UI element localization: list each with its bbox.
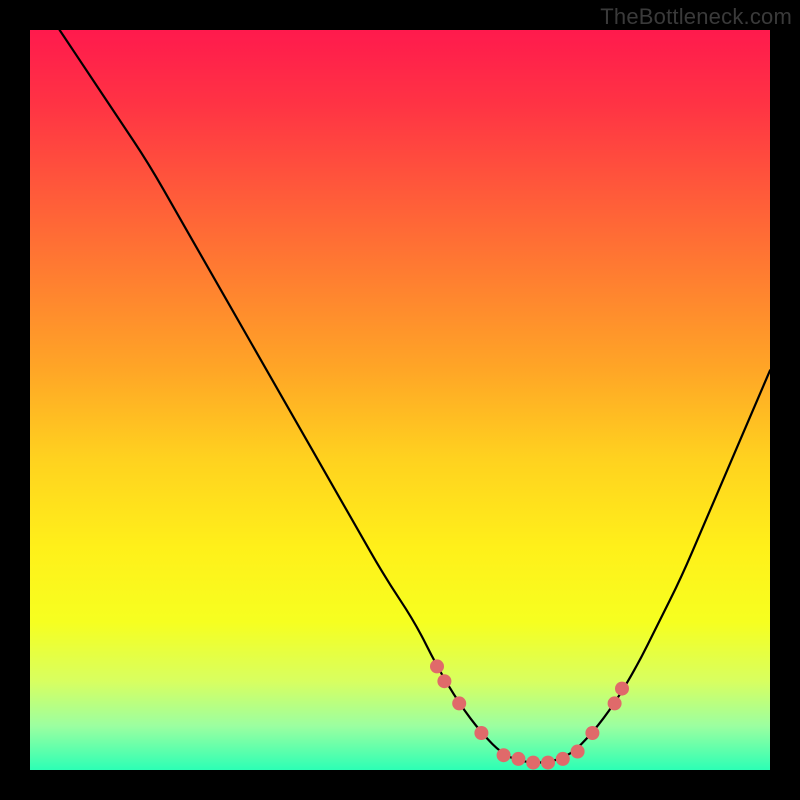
bottleneck-dot [585,726,599,740]
bottleneck-dot [437,674,451,688]
bottleneck-dot [608,696,622,710]
curve-layer [30,30,770,770]
bottleneck-curve [60,30,770,763]
plot-area [30,30,770,770]
chart-frame: TheBottleneck.com [0,0,800,800]
bottleneck-dots [430,659,629,769]
bottleneck-dot [571,745,585,759]
bottleneck-dot [452,696,466,710]
bottleneck-dot [497,748,511,762]
attribution-label: TheBottleneck.com [600,4,792,30]
bottleneck-dot [556,752,570,766]
bottleneck-dot [615,682,629,696]
bottleneck-dot [526,756,540,770]
bottleneck-dot [541,756,555,770]
bottleneck-dot [430,659,444,673]
bottleneck-dot [474,726,488,740]
bottleneck-dot [511,752,525,766]
